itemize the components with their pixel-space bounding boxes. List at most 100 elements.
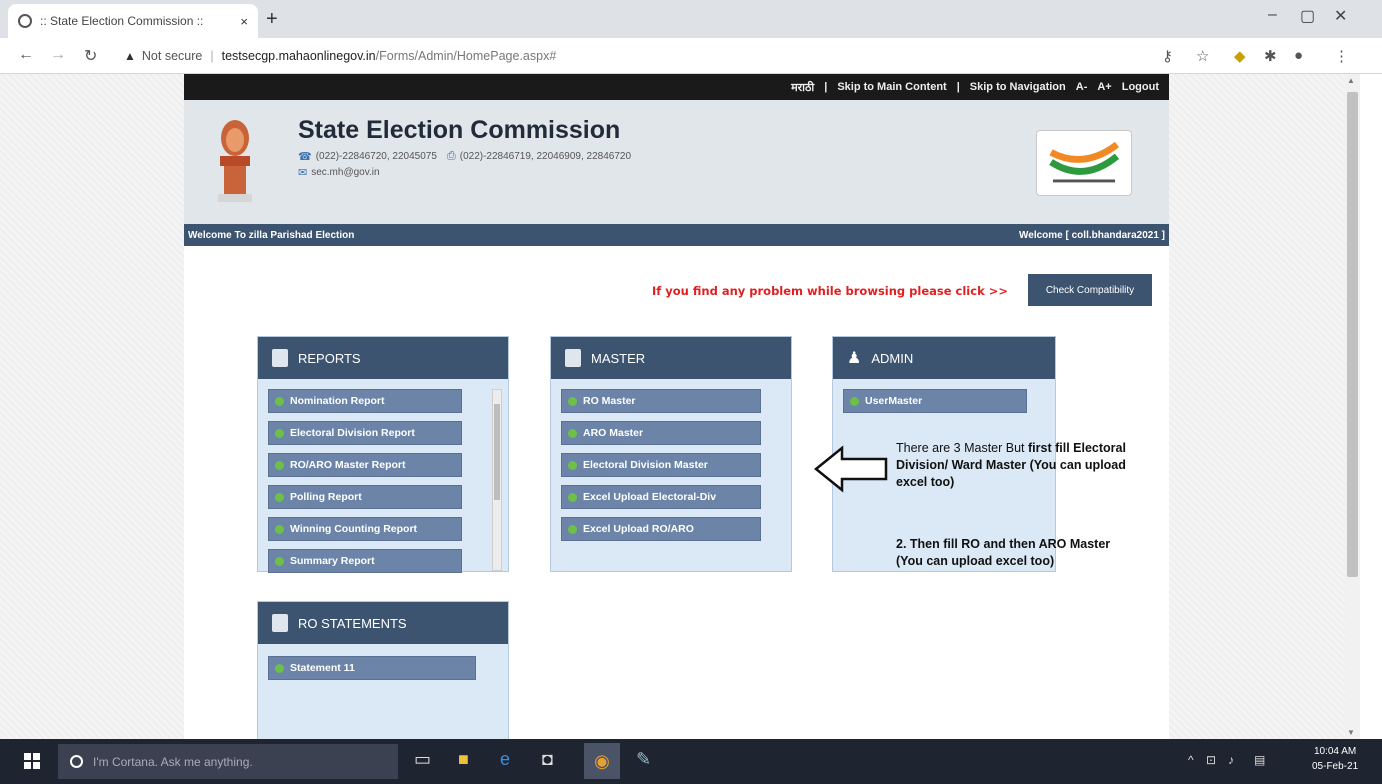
- reports-scrollbar[interactable]: [492, 389, 502, 571]
- menu-item-user-master[interactable]: UserMaster: [843, 389, 1027, 413]
- master-panel: MASTER RO Master ARO Master Electoral Di…: [550, 336, 792, 572]
- left-arrow-icon: [814, 445, 888, 493]
- item-label: Statement 11: [290, 662, 355, 674]
- extension-icon[interactable]: ◆: [1234, 47, 1246, 65]
- menu-item-electoral-division-master[interactable]: Electoral Division Master: [561, 453, 761, 477]
- star-icon[interactable]: ☆: [1196, 47, 1209, 65]
- search-placeholder: I'm Cortana. Ask me anything.: [93, 754, 253, 769]
- menu-item-statement-11[interactable]: Statement 11: [268, 656, 476, 680]
- start-button[interactable]: [24, 753, 40, 769]
- maximize-button[interactable]: ▢: [1300, 6, 1315, 26]
- browser-toolbar: ← → ↻ ▲ Not secure | testsecgp.mahaonlin…: [0, 38, 1382, 74]
- site-title: State Election Commission: [298, 116, 621, 144]
- email-address: sec.mh@gov.in: [311, 167, 380, 178]
- font-increase-button[interactable]: A+: [1097, 81, 1111, 93]
- item-label: Nomination Report: [290, 395, 385, 407]
- menu-icon[interactable]: ⋮: [1334, 47, 1349, 65]
- item-label: UserMaster: [865, 395, 923, 407]
- browser-tab[interactable]: :: State Election Commission :: ×: [8, 4, 258, 38]
- app-icon[interactable]: ✎: [636, 749, 651, 770]
- user-icon: ♟: [847, 350, 862, 367]
- bullet-icon: [275, 663, 284, 673]
- bullet-icon: [275, 492, 284, 502]
- skip-main-link[interactable]: Skip to Main Content: [837, 81, 946, 93]
- ro-statements-title: RO STATEMENTS: [298, 615, 407, 631]
- tab-title: :: State Election Commission ::: [40, 14, 204, 28]
- item-label: Excel Upload RO/ARO: [583, 523, 694, 535]
- menu-item-ro-aro-master-report[interactable]: RO/ARO Master Report: [268, 453, 462, 477]
- reports-panel-header: REPORTS: [258, 337, 508, 379]
- tray-chevron-icon[interactable]: ^: [1188, 753, 1194, 767]
- item-label: RO/ARO Master Report: [290, 459, 406, 471]
- bullet-icon: [275, 396, 284, 406]
- bullet-icon: [275, 460, 284, 470]
- address-bar[interactable]: ▲ Not secure | testsecgp.mahaonlinegov.i…: [124, 44, 684, 68]
- edge-icon[interactable]: e: [500, 749, 510, 770]
- welcome-bar: Welcome To zilla Parishad Election Welco…: [184, 224, 1169, 246]
- check-compatibility-button[interactable]: Check Compatibility: [1028, 274, 1152, 306]
- ro-statements-panel-header: RO STATEMENTS: [258, 602, 508, 644]
- bullet-icon: [568, 460, 577, 470]
- font-decrease-button[interactable]: A-: [1076, 81, 1088, 93]
- site-container: मराठी | Skip to Main Content | Skip to N…: [184, 74, 1169, 739]
- volume-icon[interactable]: ♪: [1228, 753, 1234, 767]
- scroll-down-icon[interactable]: ▼: [1347, 728, 1355, 737]
- menu-item-ro-master[interactable]: RO Master: [561, 389, 761, 413]
- menu-item-summary-report[interactable]: Summary Report: [268, 549, 462, 573]
- menu-item-aro-master[interactable]: ARO Master: [561, 421, 761, 445]
- puzzle-icon[interactable]: ✱: [1264, 47, 1277, 65]
- item-label: Electoral Division Master: [583, 459, 708, 471]
- item-label: Electoral Division Report: [290, 427, 415, 439]
- forward-icon[interactable]: →: [50, 46, 66, 64]
- bullet-icon: [275, 524, 284, 534]
- item-label: RO Master: [583, 395, 636, 407]
- menu-item-electoral-division-report[interactable]: Electoral Division Report: [268, 421, 462, 445]
- fax-icon: ⎙: [446, 150, 456, 162]
- store-icon[interactable]: ◘: [542, 749, 553, 770]
- master-panel-header: MASTER: [551, 337, 791, 379]
- skip-nav-link[interactable]: Skip to Navigation: [970, 81, 1066, 93]
- annotation-normal: There are 3 Master But: [896, 441, 1029, 455]
- key-icon[interactable]: ⚷: [1162, 47, 1173, 65]
- reports-title: REPORTS: [298, 350, 361, 366]
- security-label: Not secure: [141, 49, 203, 63]
- logout-link[interactable]: Logout: [1122, 81, 1159, 93]
- site-header: State Election Commission ☎ (022)-228467…: [184, 100, 1169, 224]
- strip-divider: |: [824, 81, 828, 93]
- fax-numbers: (022)-22846719, 22046909, 22846720: [459, 151, 631, 162]
- clock-date: 05-Feb-21: [1312, 761, 1359, 772]
- system-clock[interactable]: 10:04 AM 05-Feb-21: [1312, 744, 1358, 774]
- menu-item-nomination-report[interactable]: Nomination Report: [268, 389, 462, 413]
- menu-item-excel-upload-electoral-div[interactable]: Excel Upload Electoral-Div: [561, 485, 761, 509]
- task-view-icon[interactable]: ▭: [414, 749, 431, 770]
- scrollbar-thumb[interactable]: [494, 404, 500, 500]
- item-label: Summary Report: [290, 555, 375, 567]
- new-tab-button[interactable]: +: [266, 8, 278, 31]
- menu-item-excel-upload-ro-aro[interactable]: Excel Upload RO/ARO: [561, 517, 761, 541]
- bullet-icon: [568, 524, 577, 534]
- profile-icon[interactable]: ●: [1294, 47, 1303, 64]
- clipboard-icon: [565, 349, 581, 367]
- menu-item-winning-counting-report[interactable]: Winning Counting Report: [268, 517, 462, 541]
- sec-logo-icon: [1036, 130, 1132, 196]
- menu-item-polling-report[interactable]: Polling Report: [268, 485, 462, 509]
- cortana-search[interactable]: I'm Cortana. Ask me anything.: [58, 744, 398, 779]
- network-icon[interactable]: ⊡: [1206, 753, 1216, 767]
- welcome-user: Welcome [ coll.bhandara2021 ]: [1019, 229, 1165, 241]
- tab-close-icon[interactable]: ×: [240, 14, 248, 29]
- page-scrollbar-thumb[interactable]: [1347, 92, 1358, 577]
- close-window-button[interactable]: ✕: [1334, 6, 1347, 26]
- reload-icon[interactable]: ↻: [84, 46, 97, 66]
- globe-icon: [18, 14, 32, 28]
- bullet-icon: [568, 428, 577, 438]
- chrome-icon[interactable]: ◉: [584, 743, 620, 779]
- item-label: Winning Counting Report: [290, 523, 418, 535]
- warning-icon: ▲: [124, 49, 136, 63]
- minimize-button[interactable]: –: [1268, 6, 1277, 24]
- scroll-up-icon[interactable]: ▲: [1347, 76, 1355, 85]
- file-explorer-icon[interactable]: ■: [458, 749, 469, 770]
- notification-icon[interactable]: ▤: [1254, 753, 1265, 767]
- back-icon[interactable]: ←: [18, 46, 34, 64]
- email-line: ✉ sec.mh@gov.in: [298, 166, 380, 179]
- marathi-link[interactable]: मराठी: [791, 80, 814, 95]
